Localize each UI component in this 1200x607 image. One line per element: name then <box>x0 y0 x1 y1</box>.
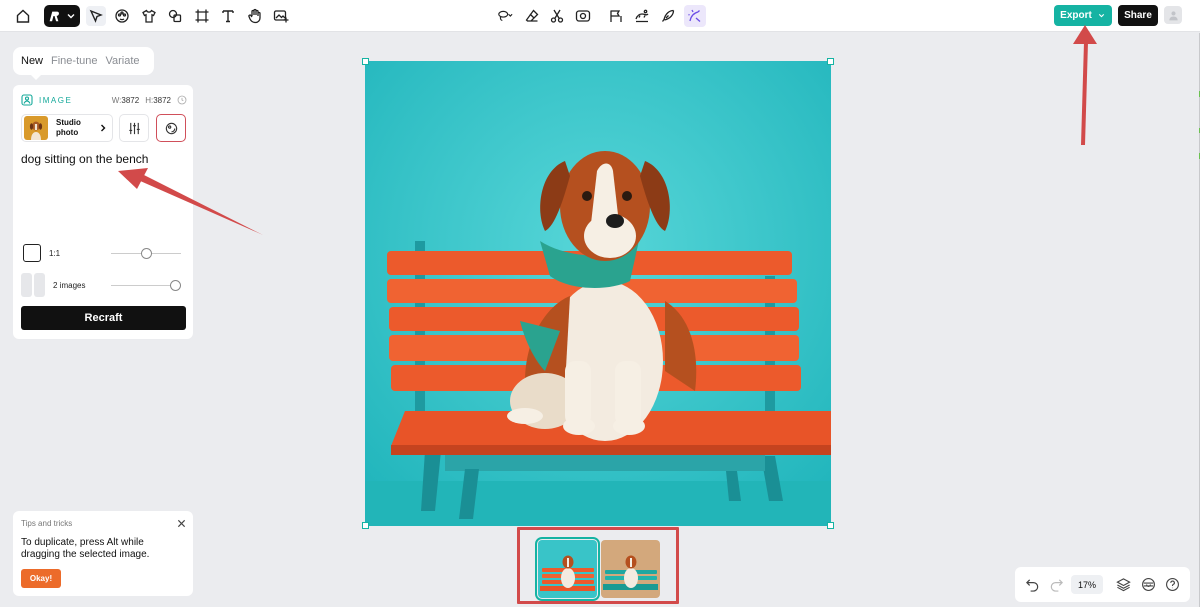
home-icon[interactable] <box>13 6 33 26</box>
bottom-toolbar: 17% <box>1015 567 1190 602</box>
dog-on-bench-image <box>365 61 831 526</box>
mockup-icon[interactable] <box>606 6 626 26</box>
resize-handle-bottom-right[interactable] <box>827 522 834 529</box>
style-selector[interactable]: Studio photo <box>21 114 113 142</box>
height-value: 3872 <box>153 95 171 105</box>
export-button[interactable]: Export <box>1054 5 1112 26</box>
image-type-header: IMAGE W:3872 H:3872 <box>21 94 187 106</box>
lasso-icon[interactable] <box>493 6 517 26</box>
resize-handle-top-left[interactable] <box>362 58 369 65</box>
ai-edit-icon[interactable] <box>658 6 678 26</box>
user-icon <box>1168 10 1178 20</box>
logo-menu-button[interactable] <box>44 5 80 27</box>
creative-upscale-icon[interactable] <box>684 5 706 27</box>
thumbnail-image <box>538 540 597 598</box>
tabs-pointer <box>30 74 42 80</box>
share-button[interactable]: Share <box>1118 5 1158 26</box>
image-count-label: 2 images <box>53 280 86 290</box>
style-thumbnail <box>24 116 48 140</box>
image-icon <box>21 94 33 106</box>
recraft-button[interactable]: Recraft <box>21 306 186 330</box>
tips-title: Tips and tricks <box>21 519 73 528</box>
variations-strip <box>517 527 679 604</box>
tab-fine-tune[interactable]: Fine-tune <box>51 55 97 67</box>
aspect-ratio-label: 1:1 <box>49 248 61 258</box>
resize-handle-bottom-left[interactable] <box>362 522 369 529</box>
thumbnail-2[interactable] <box>601 540 660 598</box>
sliders-icon <box>128 122 140 134</box>
image-count-slider-knob[interactable] <box>170 280 181 291</box>
prompt-input[interactable]: dog sitting on the bench <box>21 152 148 166</box>
tab-variate[interactable]: Variate <box>106 55 140 67</box>
tab-new[interactable]: New <box>21 55 43 67</box>
clock-icon[interactable] <box>177 95 187 105</box>
close-icon[interactable] <box>177 519 186 528</box>
aspect-ratio-icon[interactable] <box>23 244 41 262</box>
thumbnail-1[interactable] <box>535 537 600 601</box>
panel-tabs: New Fine-tune Variate <box>13 47 154 75</box>
shapes-icon[interactable] <box>165 6 185 26</box>
image-count-row: 2 images <box>21 273 185 297</box>
arrow-to-export <box>1073 25 1097 145</box>
chevron-down-icon <box>67 14 75 19</box>
tips-body: To duplicate, press Alt while dragging t… <box>21 537 150 560</box>
vectorize-icon[interactable] <box>573 6 593 26</box>
recraft-logo-icon <box>44 6 64 26</box>
resize-handle-top-right[interactable] <box>827 58 834 65</box>
scissors-icon[interactable] <box>547 6 567 26</box>
style-name: Studio photo <box>56 118 81 137</box>
scrollbar-edge <box>1199 33 1200 607</box>
tips-popup: Tips and tricks To duplicate, press Alt … <box>13 511 193 596</box>
image-count-icon <box>21 273 45 297</box>
canvas-image[interactable] <box>365 61 831 526</box>
avatar[interactable] <box>1164 6 1182 24</box>
aspect-ratio-row: 1:1 <box>21 241 185 265</box>
top-toolbar: Export Share <box>0 0 1200 32</box>
settings-sliders-button[interactable] <box>119 114 149 142</box>
image-dimensions[interactable]: W:3872 H:3872 <box>112 95 187 105</box>
palette-swirl-icon <box>165 122 177 134</box>
chevron-right-icon <box>101 124 106 132</box>
redo-icon[interactable] <box>1049 577 1064 592</box>
aspect-ratio-slider[interactable] <box>111 248 181 259</box>
image-type-label[interactable]: IMAGE <box>39 96 72 105</box>
export-label: Export <box>1060 10 1092 21</box>
eraser-icon[interactable] <box>522 6 542 26</box>
help-icon[interactable] <box>1165 577 1180 592</box>
layers-icon[interactable] <box>1116 577 1131 592</box>
frame-icon[interactable] <box>192 6 212 26</box>
height-label: H: <box>145 95 154 105</box>
generation-panel: IMAGE W:3872 H:3872 Studio photo dog sit… <box>13 85 193 339</box>
share-label: Share <box>1124 10 1152 21</box>
okay-button[interactable]: Okay! <box>21 569 61 588</box>
zoom-level[interactable]: 17% <box>1071 575 1103 594</box>
chevron-down-icon <box>1098 13 1104 18</box>
image-count-slider[interactable] <box>111 280 181 291</box>
community-icon[interactable] <box>1141 577 1156 592</box>
palette-icon[interactable] <box>112 6 132 26</box>
aspect-ratio-slider-knob[interactable] <box>140 248 152 259</box>
text-icon[interactable] <box>218 6 238 26</box>
select-icon[interactable] <box>86 6 106 26</box>
undo-icon[interactable] <box>1025 577 1040 592</box>
tshirt-icon[interactable] <box>139 6 159 26</box>
add-image-icon[interactable] <box>271 6 291 26</box>
hand-icon[interactable] <box>245 6 265 26</box>
width-label: W: <box>111 95 122 105</box>
background-remove-icon[interactable] <box>632 6 652 26</box>
thumbnail-image <box>601 540 660 598</box>
color-palette-button[interactable] <box>156 114 186 142</box>
width-value: 3872 <box>121 95 140 105</box>
